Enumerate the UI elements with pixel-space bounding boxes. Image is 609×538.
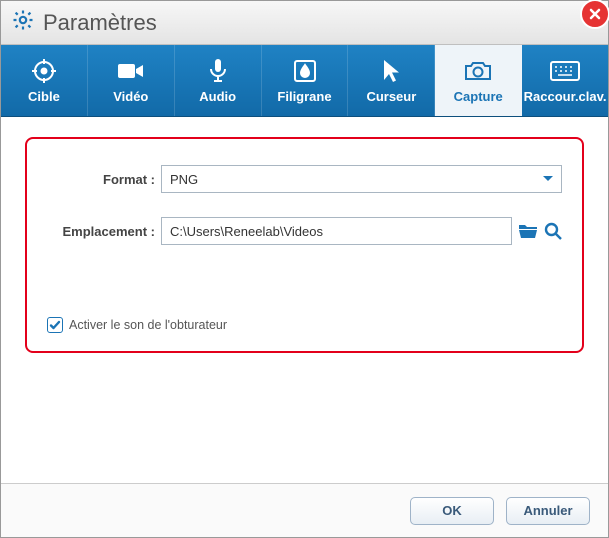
tab-filigrane[interactable]: Filigrane: [262, 45, 349, 116]
microphone-icon: [208, 57, 228, 85]
tab-label: Raccour.clav.: [524, 89, 607, 104]
shutter-sound-checkbox[interactable]: [47, 317, 63, 333]
close-button[interactable]: [580, 0, 609, 29]
tabstrip: Cible Vidéo Audio Filigrane Curseur Capt…: [1, 45, 608, 117]
format-label: Format :: [47, 172, 161, 187]
location-label: Emplacement :: [47, 224, 161, 239]
window-title: Paramètres: [43, 10, 157, 36]
shutter-sound-label: Activer le son de l'obturateur: [69, 318, 227, 332]
cursor-icon: [381, 57, 401, 85]
footer: OK Annuler: [1, 483, 608, 537]
open-folder-button[interactable]: [544, 222, 562, 240]
tab-video[interactable]: Vidéo: [88, 45, 175, 116]
browse-folder-button[interactable]: [518, 222, 538, 240]
tab-cible[interactable]: Cible: [1, 45, 88, 116]
tab-label: Audio: [199, 89, 236, 104]
watermark-icon: [293, 57, 317, 85]
tab-audio[interactable]: Audio: [175, 45, 262, 116]
shutter-sound-row: Activer le son de l'obturateur: [47, 317, 227, 333]
tab-label: Curseur: [366, 89, 416, 104]
tab-label: Cible: [28, 89, 60, 104]
video-icon: [117, 57, 145, 85]
camera-icon: [464, 57, 492, 85]
tab-raccourcis[interactable]: Raccour.clav.: [522, 45, 608, 116]
tab-label: Vidéo: [113, 89, 148, 104]
format-row: Format :: [47, 165, 562, 193]
tab-curseur[interactable]: Curseur: [348, 45, 435, 116]
format-select[interactable]: [161, 165, 562, 193]
target-icon: [31, 57, 57, 85]
tab-label: Capture: [454, 89, 503, 104]
capture-panel: Format : Emplacement :: [25, 137, 584, 353]
keyboard-icon: [550, 57, 580, 85]
format-value[interactable]: [161, 165, 562, 193]
tab-label: Filigrane: [277, 89, 331, 104]
location-input[interactable]: [161, 217, 512, 245]
main-panel: Format : Emplacement :: [1, 117, 608, 479]
tab-capture[interactable]: Capture: [435, 45, 522, 116]
ok-button[interactable]: OK: [410, 497, 494, 525]
gear-icon: [11, 8, 35, 37]
location-row: Emplacement :: [47, 217, 562, 245]
titlebar: Paramètres: [1, 1, 608, 45]
cancel-button[interactable]: Annuler: [506, 497, 590, 525]
